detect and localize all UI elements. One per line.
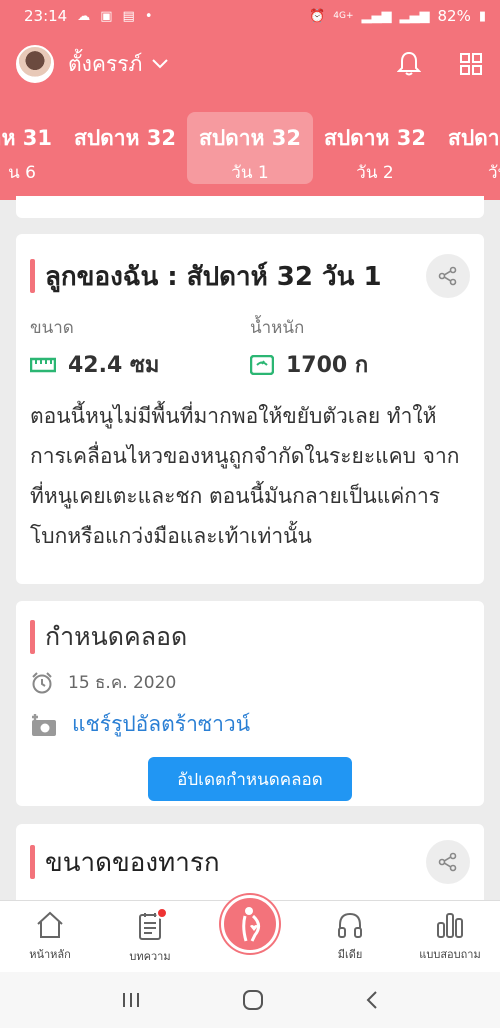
- ruler-icon: [30, 357, 56, 372]
- profile-selector[interactable]: ตั้งครรภ์: [68, 48, 169, 81]
- nav-media[interactable]: มีเดีย: [300, 901, 400, 972]
- line-app-icon: ▣: [100, 8, 113, 24]
- system-navigation-bar: [0, 972, 500, 1028]
- signal-icon: ▂▄▆: [399, 8, 430, 24]
- weight-stat: น้ำหนัก 1700 ก: [250, 314, 470, 382]
- avatar[interactable]: [16, 45, 54, 83]
- dot-icon: •: [144, 8, 153, 24]
- chevron-down-icon: [152, 59, 169, 69]
- home-button-icon[interactable]: [242, 989, 264, 1011]
- title-accent-bar: [30, 845, 35, 879]
- weight-value: 1700 ก: [286, 353, 369, 378]
- add-photo-icon: [32, 713, 56, 736]
- share-ultrasound-link[interactable]: แชร์รูปอัลตร้าซาวน์: [30, 708, 470, 741]
- status-bar: 23:14 ☁ ▣ ▤ • ⏰ 4G+ ▂▄▆ ▂▄▆ 82% ▮: [0, 0, 500, 32]
- due-date-card: กำหนดคลอด 15 ธ.ค. 2020 แชร์รูปอัลตร้าซาว…: [16, 601, 484, 806]
- share-icon: [438, 266, 457, 286]
- due-date: 15 ธ.ค. 2020: [68, 673, 177, 693]
- baby-card-title: ลูกของฉัน : สัปดาห์ 32 วัน 1: [45, 261, 382, 292]
- network-type: 4G+: [333, 11, 354, 21]
- recent-apps-icon[interactable]: [121, 991, 141, 1009]
- signal-icon: ▂▄▆: [361, 8, 392, 24]
- alarm-clock-icon: [32, 671, 52, 693]
- size-card-title: ขนาดของทารก: [45, 847, 220, 878]
- grid-menu-icon[interactable]: [458, 51, 484, 77]
- tab-week-32-day-3[interactable]: สปดา วัน: [440, 112, 500, 184]
- pregnancy-icon: [221, 895, 279, 953]
- scale-icon: [250, 354, 274, 375]
- app-header: ตั้งครรภ์: [0, 32, 500, 96]
- baby-description: ตอนนี้หนูไม่มีพื้นที่มากพอให้ขยับตัวเลย …: [30, 404, 460, 548]
- share-button[interactable]: [426, 254, 470, 298]
- due-card-title: กำหนดคลอด: [45, 622, 188, 651]
- title-accent-bar: [30, 620, 35, 654]
- battery-level: 82%: [437, 7, 471, 25]
- nav-articles[interactable]: บทความ: [100, 901, 200, 972]
- home-icon: [37, 911, 63, 938]
- tab-week-32-day-1[interactable]: สปดาห 32 วัน 1: [187, 112, 313, 184]
- nav-pregnancy[interactable]: [200, 895, 300, 972]
- share-icon: [438, 852, 457, 872]
- size-stat: ขนาด 42.4 ซม: [30, 314, 250, 382]
- bottom-navigation: หน้าหลัก บทความ มีเดีย แบบสอบถาม: [0, 895, 500, 972]
- tab-week-32[interactable]: สปดาห 32: [62, 112, 188, 184]
- username: ตั้งครรภ์: [68, 51, 143, 76]
- back-icon[interactable]: [365, 990, 379, 1010]
- nav-survey[interactable]: แบบสอบถาม: [400, 901, 500, 972]
- nav-home[interactable]: หน้าหลัก: [0, 901, 100, 972]
- update-due-date-button[interactable]: อัปเดตกำหนดคลอด: [148, 757, 352, 801]
- status-time: 23:14: [24, 7, 68, 25]
- tab-week-31-day-6[interactable]: าห 31 น 6: [0, 112, 66, 184]
- alarm-icon: ⏰: [309, 8, 326, 24]
- size-value: 42.4 ซม: [68, 353, 160, 378]
- cloud-icon: ☁: [77, 8, 91, 24]
- notification-badge: [156, 907, 168, 919]
- bar-chart-icon: [437, 913, 463, 938]
- shopping-icon: ▤: [122, 8, 135, 24]
- bell-icon[interactable]: [396, 51, 422, 77]
- title-accent-bar: [30, 259, 35, 293]
- baby-info-card: ลูกของฉัน : สัปดาห์ 32 วัน 1 ขนาด 42.4 ซ…: [16, 234, 484, 584]
- week-day-tabs: าห 31 น 6 สปดาห 32 สปดาห 32 วัน 1 สปดาห …: [0, 96, 500, 200]
- share-button[interactable]: [426, 840, 470, 884]
- battery-icon: ▮: [478, 8, 486, 24]
- tab-week-32-day-2[interactable]: สปดาห 32 วัน 2: [312, 112, 438, 184]
- headphones-icon: [338, 912, 362, 938]
- previous-card: [16, 196, 484, 218]
